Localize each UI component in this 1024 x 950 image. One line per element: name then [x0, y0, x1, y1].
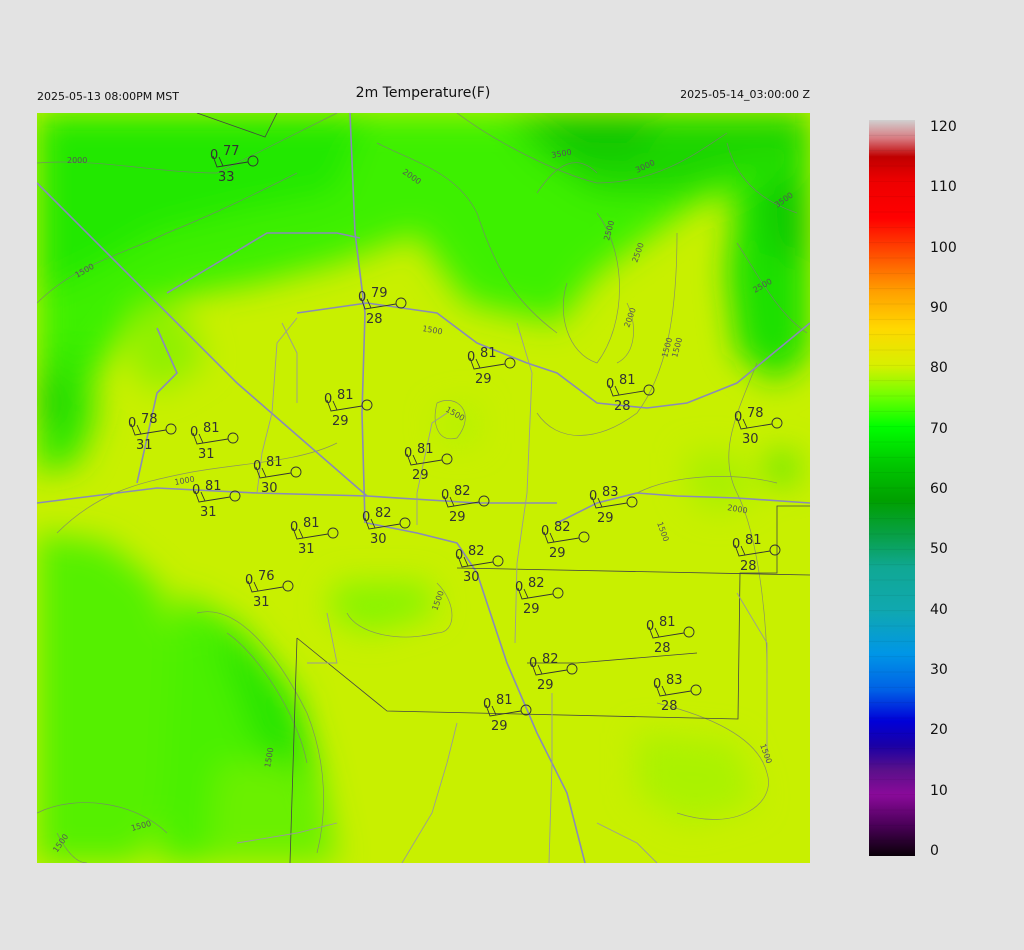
- station-calm-marker: 0: [455, 548, 463, 563]
- station-temperature: 78: [141, 412, 158, 427]
- station-dewpoint: 29: [549, 546, 566, 561]
- station-calm-marker: 0: [245, 573, 253, 588]
- station-calm-marker: 0: [324, 392, 332, 407]
- station-calm-marker: 0: [192, 483, 200, 498]
- station-temperature: 81: [619, 373, 636, 388]
- station-dewpoint: 29: [332, 414, 349, 429]
- station-dewpoint: 30: [463, 570, 480, 585]
- color-scale-tick: 30: [930, 662, 948, 678]
- station-calm-marker: 0: [404, 446, 412, 461]
- temperature-map: 2000 2000 1500 1500 1500 1500 1000 1500 …: [37, 113, 810, 863]
- station-temperature: 81: [659, 615, 676, 630]
- station-dewpoint: 29: [523, 602, 540, 617]
- station-temperature: 81: [303, 516, 320, 531]
- station-temperature: 78: [747, 406, 764, 421]
- station-calm-marker: 0: [529, 656, 537, 671]
- station-dewpoint: 29: [412, 468, 429, 483]
- station-temperature: 81: [745, 533, 762, 548]
- station-dewpoint: 28: [614, 399, 631, 414]
- station-dewpoint: 30: [261, 481, 278, 496]
- station-temperature: 82: [468, 544, 485, 559]
- station-calm-marker: 0: [358, 290, 366, 305]
- station-temperature: 81: [480, 346, 497, 361]
- station-dewpoint: 29: [491, 719, 508, 734]
- color-scale-tick: 50: [930, 541, 948, 558]
- color-scale-tick: 20: [930, 722, 948, 739]
- color-scale-tick: 110: [930, 179, 957, 196]
- station-temperature: 81: [205, 479, 222, 494]
- station-calm-marker: 0: [128, 416, 136, 431]
- station-temperature: 81: [496, 693, 513, 708]
- station-calm-marker: 0: [589, 489, 597, 504]
- station-dewpoint: 31: [198, 447, 215, 462]
- station-temperature: 81: [266, 455, 283, 470]
- station-temperature: 83: [666, 673, 683, 688]
- station-calm-marker: 0: [290, 520, 298, 535]
- station-calm-marker: 0: [606, 377, 614, 392]
- local-time-label: 2025-05-13 08:00PM MST: [37, 90, 179, 103]
- station-temperature: 82: [542, 652, 559, 667]
- station-temperature: 81: [203, 421, 220, 436]
- station-calm-marker: 0: [467, 350, 475, 365]
- station-calm-marker: 0: [190, 425, 198, 440]
- station-dewpoint: 28: [654, 641, 671, 656]
- color-scale-tick: 40: [930, 601, 948, 618]
- color-scale-tick: 0: [930, 843, 939, 859]
- station-temperature: 82: [375, 506, 392, 521]
- station-temperature: 81: [417, 442, 434, 457]
- station-temperature: 76: [258, 569, 275, 584]
- color-scale-tick: 70: [930, 420, 948, 437]
- station-calm-marker: 0: [362, 510, 370, 525]
- color-scale-tick: 120: [930, 119, 957, 135]
- color-scale-tick: 80: [930, 360, 948, 377]
- contour-label: 2000: [67, 156, 87, 165]
- station-dewpoint: 29: [449, 510, 466, 525]
- station-dewpoint: 31: [136, 438, 153, 453]
- station-temperature: 77: [223, 144, 240, 159]
- station-calm-marker: 0: [646, 619, 654, 634]
- station-temperature: 82: [454, 484, 471, 499]
- station-calm-marker: 0: [441, 488, 449, 503]
- station-calm-marker: 0: [210, 148, 218, 163]
- station-dewpoint: 29: [475, 372, 492, 387]
- station-dewpoint: 28: [740, 559, 757, 574]
- station-calm-marker: 0: [515, 580, 523, 595]
- station-temperature: 82: [528, 576, 545, 591]
- color-scale-tick: 10: [930, 782, 948, 799]
- valid-time-label: 2025-05-14_03:00:00 Z: [680, 88, 810, 101]
- station-calm-marker: 0: [732, 537, 740, 552]
- color-scale-tick: 100: [930, 239, 957, 256]
- station-dewpoint: 33: [218, 170, 235, 185]
- station-dewpoint: 31: [298, 542, 315, 557]
- station-dewpoint: 28: [661, 699, 678, 714]
- station-temperature: 83: [602, 485, 619, 500]
- station-temperature: 82: [554, 520, 571, 535]
- station-temperature: 79: [371, 286, 388, 301]
- station-temperature: 81: [337, 388, 354, 403]
- station-calm-marker: 0: [541, 524, 549, 539]
- station-dewpoint: 29: [537, 678, 554, 693]
- station-dewpoint: 30: [370, 532, 387, 547]
- station-dewpoint: 31: [200, 505, 217, 520]
- color-scale-tick: 90: [930, 300, 948, 316]
- station-dewpoint: 28: [366, 312, 383, 327]
- station-dewpoint: 31: [253, 595, 270, 610]
- color-scale-tick: 60: [930, 481, 948, 497]
- station-dewpoint: 29: [597, 511, 614, 526]
- station-calm-marker: 0: [734, 410, 742, 425]
- station-calm-marker: 0: [483, 697, 491, 712]
- map-title: 2m Temperature(F): [355, 85, 491, 101]
- color-scale-bar: [869, 120, 915, 856]
- station-dewpoint: 30: [742, 432, 759, 447]
- station-calm-marker: 0: [653, 677, 661, 692]
- station-calm-marker: 0: [253, 459, 261, 474]
